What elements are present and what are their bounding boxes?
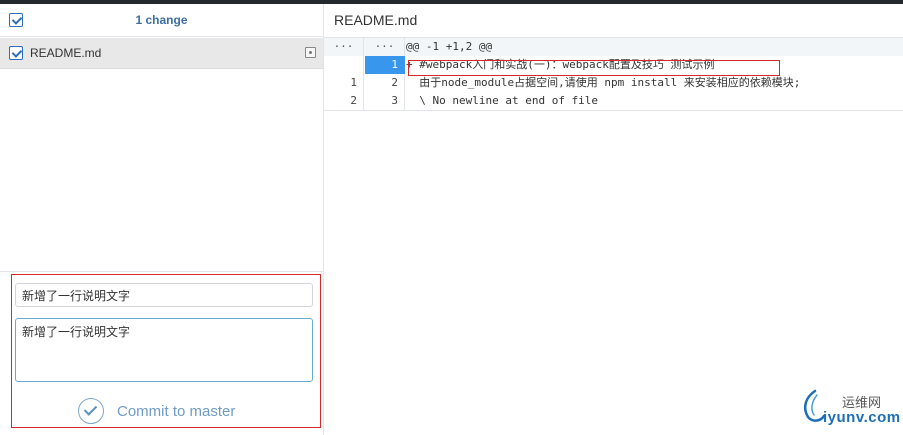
panel-divider xyxy=(0,271,323,272)
diff-line-text: 由于node_module占据空间,请使用 npm install 来安装相应的… xyxy=(406,76,801,89)
modified-status-icon xyxy=(305,47,316,58)
diff-file-title: README.md xyxy=(334,12,418,28)
expand-down-icon[interactable]: ··· xyxy=(365,38,405,56)
commit-button-label: Commit to master xyxy=(117,402,236,420)
expand-up-icon[interactable]: ··· xyxy=(324,38,364,56)
site-watermark: 运维网 iyunv.com xyxy=(800,385,900,430)
diff-line-text: \ No newline at end of file xyxy=(406,94,599,107)
changes-count: 1 change xyxy=(135,13,188,27)
old-line-number: 2 xyxy=(324,92,364,110)
commit-summary-input[interactable] xyxy=(15,283,313,307)
file-checkbox[interactable] xyxy=(9,46,23,60)
diff-view: ··· ··· @@ -1 +1,2 @@ 1 + #webpack入门和实战(… xyxy=(324,38,903,111)
diff-line-text: @@ -1 +1,2 @@ xyxy=(406,40,493,53)
diff-context-line[interactable]: 1 2 由于node_module占据空间,请使用 npm install 来安… xyxy=(324,74,903,92)
new-line-number: 2 xyxy=(365,74,405,92)
watermark-domain-text: iyunv.com xyxy=(823,409,901,426)
changes-panel: 1 change README.md 新增了一行说明文字 Commit to m… xyxy=(0,4,324,435)
changed-file-row[interactable]: README.md xyxy=(0,38,323,69)
commit-form: 新增了一行说明文字 Commit to master xyxy=(11,274,321,428)
commit-description-input[interactable]: 新增了一行说明文字 xyxy=(15,318,313,382)
check-circle-icon xyxy=(78,398,104,424)
diff-added-line[interactable]: 1 + #webpack入门和实战(一)：webpack配置及技巧 测试示例 xyxy=(324,56,903,74)
diff-hunk-header: ··· ··· @@ -1 +1,2 @@ xyxy=(324,38,903,56)
diff-bottom-border xyxy=(324,110,903,111)
old-line-number xyxy=(324,56,364,74)
diff-panel: README.md ··· ··· @@ -1 +1,2 @@ 1 + #web… xyxy=(324,4,903,435)
new-line-number: 3 xyxy=(365,92,405,110)
diff-context-line[interactable]: 2 3 \ No newline at end of file xyxy=(324,92,903,110)
new-line-number[interactable]: 1 xyxy=(365,56,405,74)
old-line-number: 1 xyxy=(324,74,364,92)
changed-file-name: README.md xyxy=(30,46,102,60)
commit-button[interactable]: Commit to master xyxy=(78,394,235,428)
diff-line-text: + #webpack入门和实战(一)：webpack配置及技巧 测试示例 xyxy=(406,58,715,71)
changes-header: 1 change xyxy=(0,4,323,37)
